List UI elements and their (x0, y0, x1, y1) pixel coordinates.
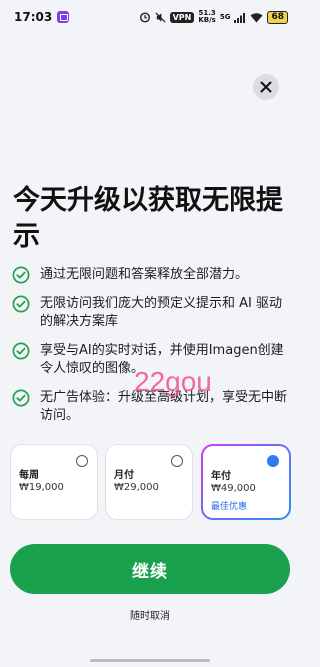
radio-button[interactable] (171, 455, 183, 467)
plan-selector: 每周 ₩19,000 月付 ₩29,000 年付 ₩49,000 最佳优惠 (10, 444, 292, 520)
best-deal-badge: 最佳优惠 (211, 502, 248, 512)
battery-indicator: 68 (267, 10, 288, 24)
plan-name: 年付 (211, 471, 231, 482)
radio-button-selected[interactable] (267, 455, 279, 467)
plan-weekly[interactable]: 每周 ₩19,000 (10, 444, 98, 520)
cancel-anytime-text: 随时取消 (130, 611, 170, 622)
plan-price: ₩19,000 (19, 482, 64, 493)
status-right: VPN 51.3 KB/s 5G 68 (139, 10, 288, 24)
feature-text: 通过无限问题和答案释放全部潜力。 (40, 267, 249, 282)
check-circle-icon (12, 342, 30, 360)
close-button[interactable] (253, 74, 279, 100)
radio-button[interactable] (76, 455, 88, 467)
continue-button[interactable]: 继续 (10, 544, 290, 594)
plan-name: 月付 (114, 470, 134, 481)
feature-item: 无限访问我们庞大的预定义提示和 AI 驱动的解决方案库 (12, 295, 292, 331)
status-time: 17:03 (14, 10, 53, 24)
plan-price: ₩49,000 (211, 483, 256, 494)
network-speed: 51.3 KB/s (198, 10, 215, 24)
plan-price: ₩29,000 (114, 482, 159, 493)
check-circle-icon (12, 295, 30, 313)
close-icon (260, 81, 272, 93)
check-circle-icon (12, 389, 30, 407)
alarm-icon (139, 12, 150, 23)
network-type: 5G (219, 12, 231, 21)
page-title: 今天升级以获取无限提示 (13, 185, 283, 252)
feature-item: 通过无限问题和答案释放全部潜力。 (12, 266, 292, 284)
vpn-badge: VPN (169, 11, 195, 23)
watermark: 22gou (134, 366, 212, 397)
feature-text: 无限访问我们庞大的预定义提示和 AI 驱动的解决方案库 (40, 296, 282, 329)
plan-name: 每周 (19, 470, 39, 481)
home-indicator[interactable] (90, 659, 210, 662)
plan-annual[interactable]: 年付 ₩49,000 最佳优惠 (201, 444, 291, 520)
check-circle-icon (12, 266, 30, 284)
app-indicator-icon (57, 11, 70, 23)
status-left: 17:03 (14, 10, 70, 24)
feature-list: 通过无限问题和答案释放全部潜力。 无限访问我们庞大的预定义提示和 AI 驱动的解… (12, 266, 292, 436)
speed-unit: KB/s (198, 16, 216, 24)
wifi-icon (250, 12, 263, 22)
signal-icon (234, 12, 246, 23)
plan-monthly[interactable]: 月付 ₩29,000 (105, 444, 193, 520)
mute-icon (155, 11, 166, 23)
status-bar: 17:03 VPN 51.3 KB/s 5G 68 (0, 0, 300, 34)
